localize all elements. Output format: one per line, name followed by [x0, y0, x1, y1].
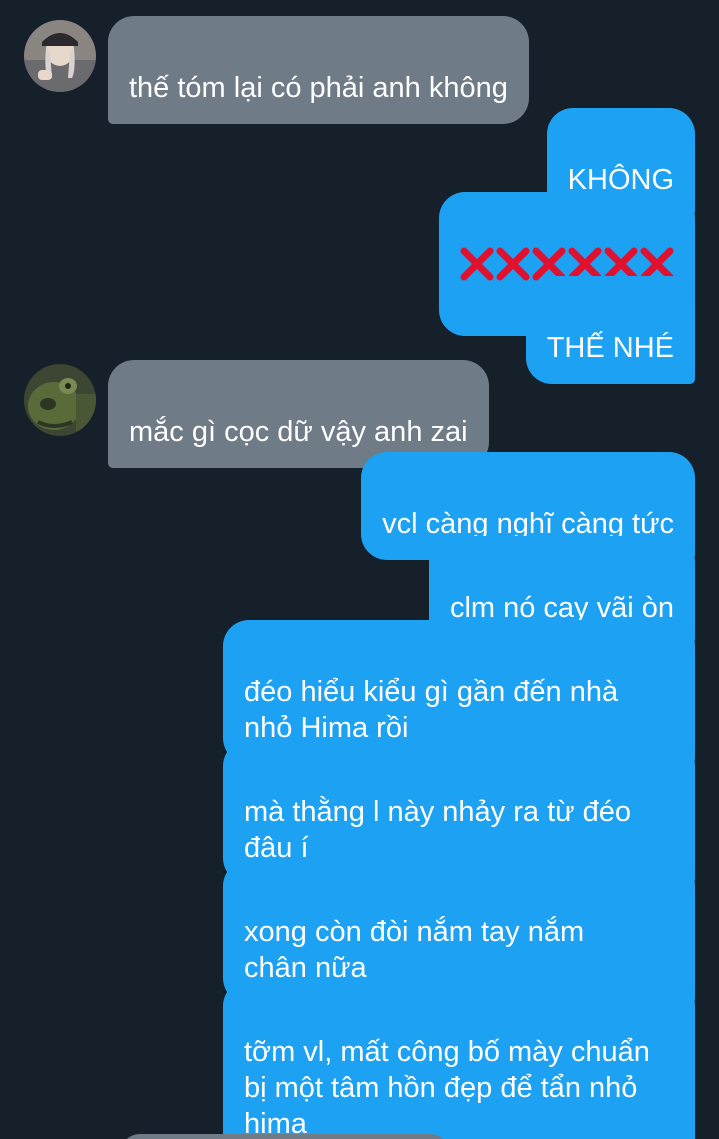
message-text: xong còn đòi nắm tay nắm chân nữa	[244, 916, 585, 984]
received-message-bubble-partial[interactable]	[120, 1134, 450, 1139]
received-message-bubble[interactable]: thế tóm lại có phải anh không	[108, 16, 529, 124]
contact-avatar-user-2[interactable]	[24, 364, 96, 436]
message-text: tỡm vl, mất công bố mày chuẩn bị một tâm…	[244, 1036, 650, 1139]
message-text: mắc gì cọc dữ vậy anh zai	[129, 416, 468, 448]
conversation-view: thế tóm lại có phải anh không KHÔNG THẾ …	[0, 0, 719, 1139]
message-text: đéo hiểu kiểu gì gần đến nhà nhỏ Hima rồ…	[244, 676, 619, 744]
sent-message-bubble[interactable]: THẾ NHÉ	[525, 276, 695, 384]
sent-message-bubble[interactable]: tỡm vl, mất công bố mày chuẩn bị một tâm…	[223, 980, 695, 1139]
message-text: mà thằng l này nhảy ra từ đéo đâu í	[244, 796, 631, 864]
cross-mark-icon	[496, 247, 530, 281]
contact-avatar-user-1[interactable]	[24, 20, 96, 92]
cross-mark-icon	[460, 247, 494, 281]
message-text: thế tóm lại có phải anh không	[129, 72, 508, 104]
message-text: THẾ NHÉ	[546, 332, 674, 364]
